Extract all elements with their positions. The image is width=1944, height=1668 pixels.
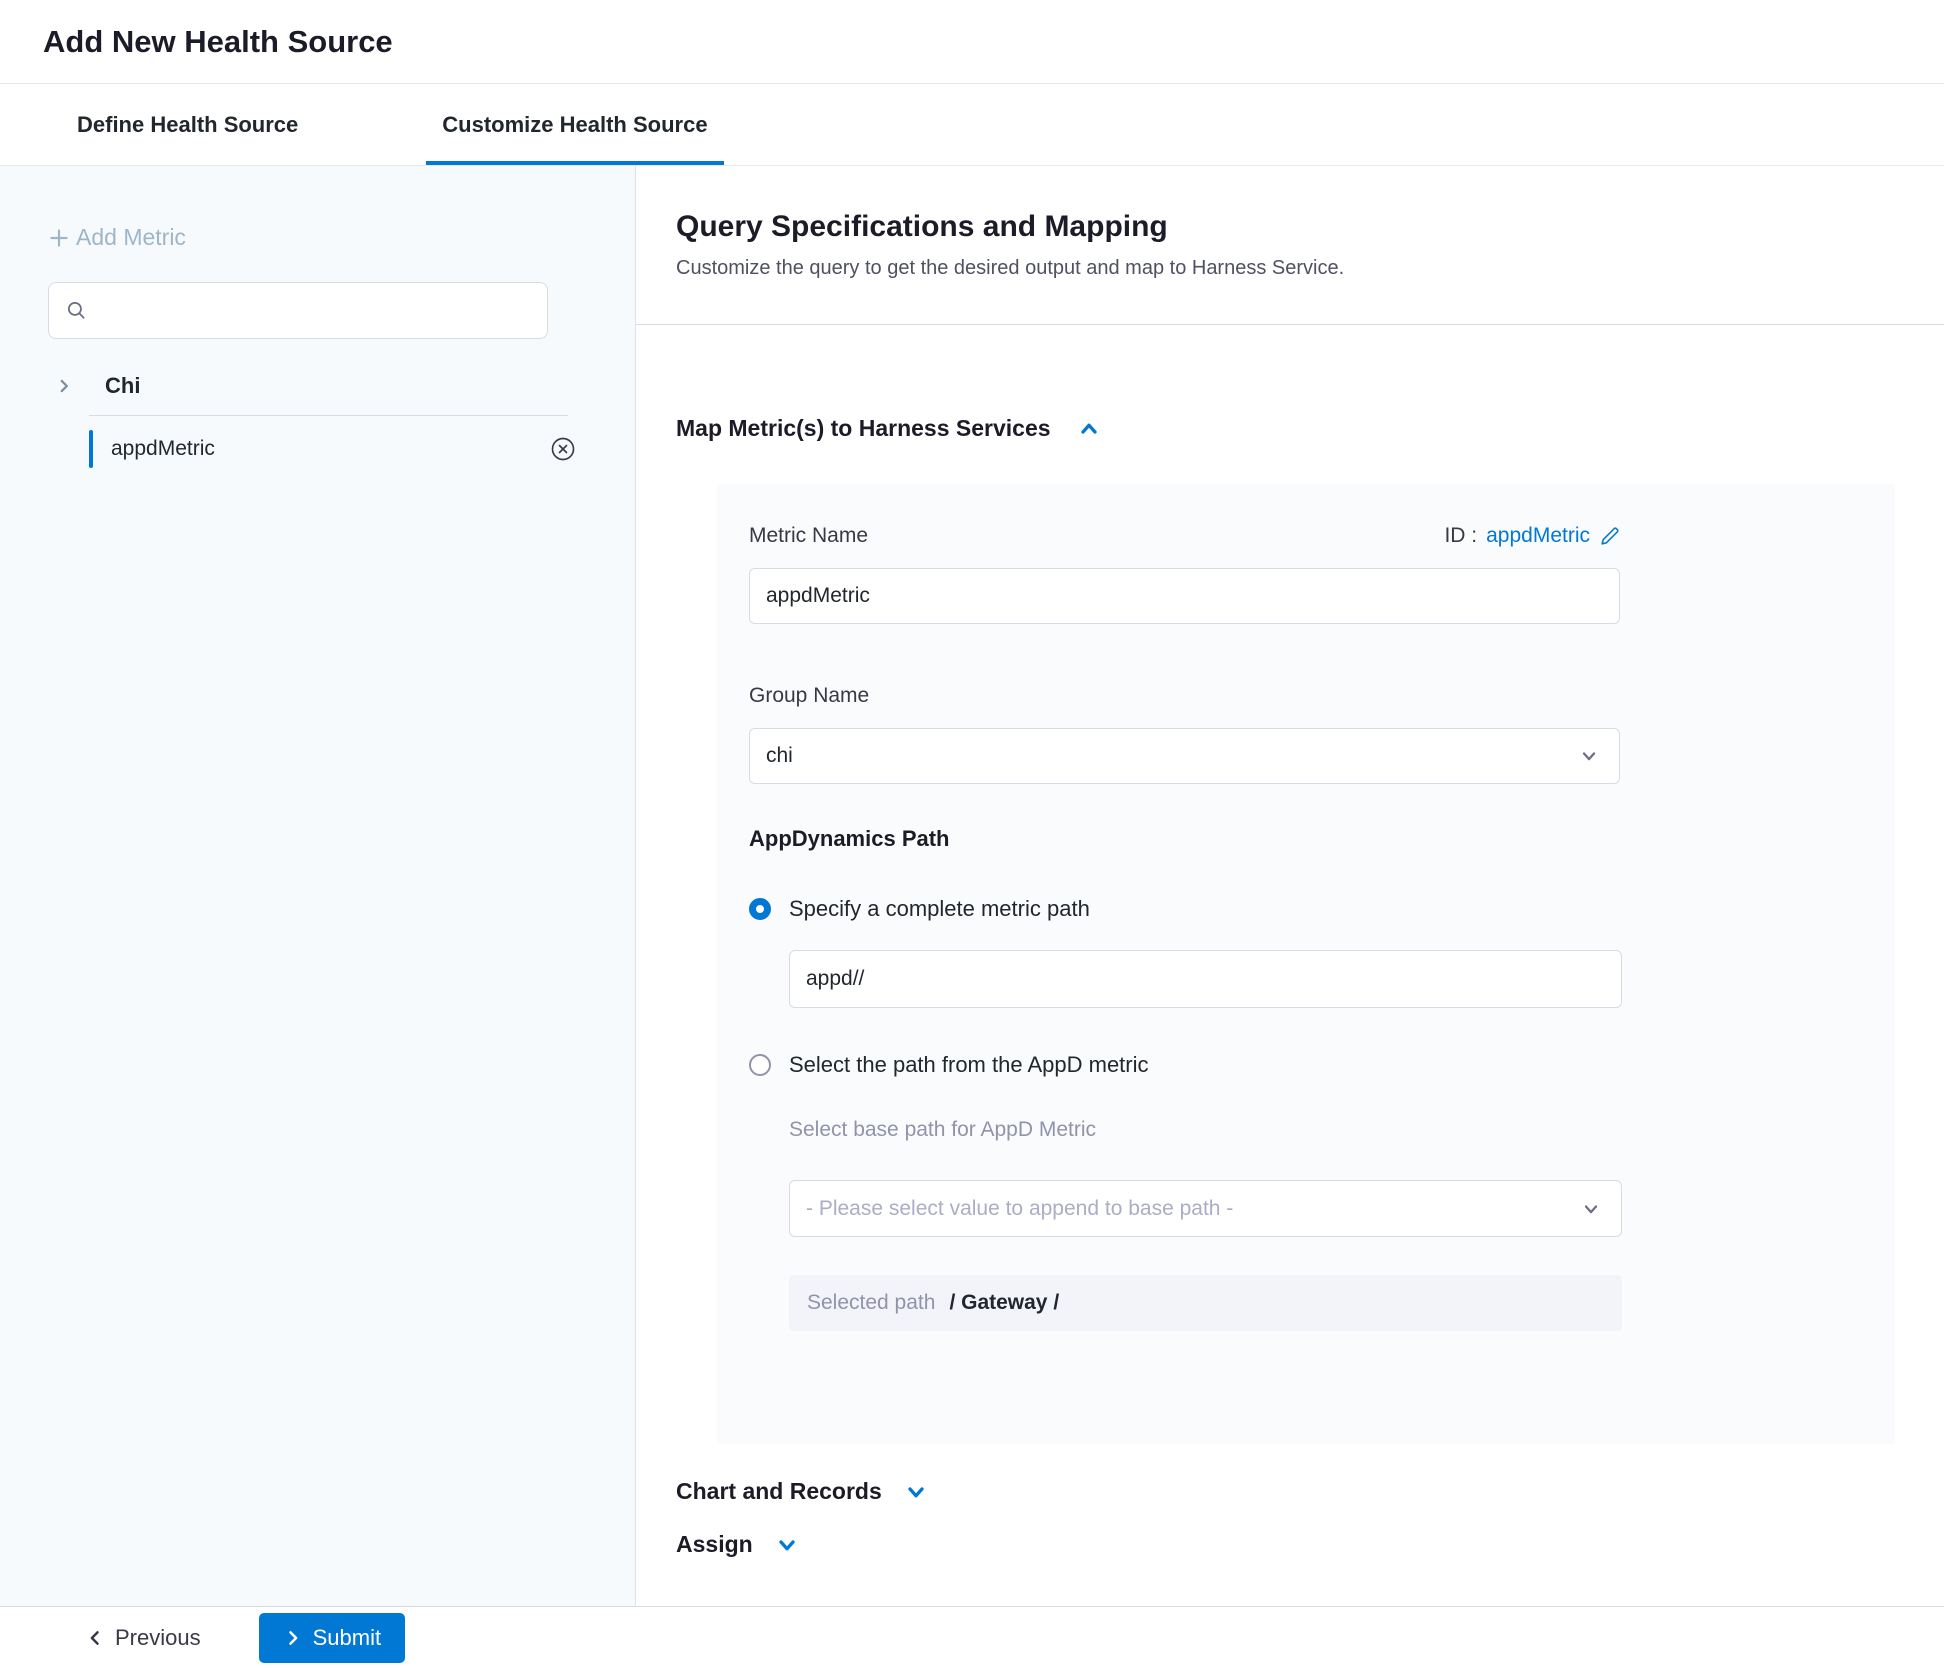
radio-complete-path-row: Specify a complete metric path xyxy=(749,896,1895,922)
circle-x-icon xyxy=(549,435,577,463)
tab-bar: Define Health Source Customize Health So… xyxy=(0,84,1944,166)
chevron-up-icon xyxy=(1077,417,1101,441)
previous-label: Previous xyxy=(115,1625,201,1651)
dialog-footer: Previous Submit xyxy=(0,1606,1944,1668)
metric-group-label: Chi xyxy=(105,373,140,399)
chevron-down-icon xyxy=(1579,746,1599,766)
chevron-down-icon xyxy=(1581,1199,1601,1219)
search-icon xyxy=(65,299,87,321)
group-name-value: chi xyxy=(766,744,793,768)
selected-path-bar: Selected path / Gateway / xyxy=(789,1275,1622,1331)
chevron-right-icon xyxy=(283,1628,303,1648)
tab-define-health-source[interactable]: Define Health Source xyxy=(61,84,314,165)
map-metrics-title: Map Metric(s) to Harness Services xyxy=(676,415,1051,442)
metric-list-item[interactable]: appdMetric xyxy=(0,424,635,474)
dialog-header: Add New Health Source xyxy=(0,0,1944,84)
mapping-form-panel: Metric Name ID : appdMetric Group Name c… xyxy=(717,484,1895,1444)
metrics-sidebar: Add Metric Chi appdMetric xyxy=(0,166,636,1606)
metric-name-header: Metric Name ID : appdMetric xyxy=(749,524,1620,548)
edit-icon[interactable] xyxy=(1599,526,1620,547)
chevron-down-icon xyxy=(904,1480,928,1504)
appdynamics-path-heading: AppDynamics Path xyxy=(749,826,1895,852)
group-name-select[interactable]: chi xyxy=(749,728,1620,784)
group-divider xyxy=(89,415,568,416)
chart-and-records-toggle[interactable]: Chart and Records xyxy=(676,1478,1944,1505)
metric-item-label: appdMetric xyxy=(111,437,215,461)
tab-customize-health-source[interactable]: Customize Health Source xyxy=(426,84,723,165)
add-metric-button[interactable]: Add Metric xyxy=(46,224,186,251)
map-metrics-section-header[interactable]: Map Metric(s) to Harness Services xyxy=(676,415,1944,442)
chevron-down-icon xyxy=(775,1533,799,1557)
add-health-source-dialog: Add New Health Source Define Health Sour… xyxy=(0,0,1944,1668)
query-specifications-panel: Query Specifications and Mapping Customi… xyxy=(636,166,1944,1606)
assign-toggle[interactable]: Assign xyxy=(676,1531,1944,1558)
delete-metric-button[interactable] xyxy=(549,435,577,463)
chevron-left-icon xyxy=(85,1628,105,1648)
metric-group-row[interactable]: Chi xyxy=(55,373,635,399)
plus-icon xyxy=(46,225,72,251)
base-path-select[interactable]: - Please select value to append to base … xyxy=(789,1180,1622,1237)
chevron-right-icon xyxy=(55,377,73,395)
radio-select-path-row: Select the path from the AppD metric xyxy=(749,1052,1895,1078)
previous-button[interactable]: Previous xyxy=(85,1625,201,1651)
radio-complete-path-label[interactable]: Specify a complete metric path xyxy=(789,896,1090,922)
page-title: Add New Health Source xyxy=(43,24,393,60)
submit-label: Submit xyxy=(313,1625,381,1651)
divider xyxy=(636,324,1944,325)
metric-search-box xyxy=(48,282,548,339)
base-path-label: Select base path for AppD Metric xyxy=(789,1118,1895,1142)
base-path-placeholder: - Please select value to append to base … xyxy=(806,1197,1233,1221)
selected-indicator xyxy=(89,430,93,468)
add-metric-label: Add Metric xyxy=(76,224,186,251)
selected-path-value: / Gateway / xyxy=(949,1291,1059,1315)
radio-complete-path[interactable] xyxy=(749,898,771,920)
metric-id-prefix: ID : xyxy=(1444,524,1477,548)
submit-button[interactable]: Submit xyxy=(259,1613,405,1663)
metric-name-input[interactable] xyxy=(749,568,1620,624)
radio-select-path-label[interactable]: Select the path from the AppD metric xyxy=(789,1052,1149,1078)
complete-metric-path-input[interactable] xyxy=(789,950,1622,1008)
group-name-label: Group Name xyxy=(749,684,1895,708)
metric-id-value[interactable]: appdMetric xyxy=(1486,524,1590,548)
section-subtitle: Customize the query to get the desired o… xyxy=(676,257,1944,280)
collapse-section-button[interactable] xyxy=(1077,417,1101,441)
metric-id: ID : appdMetric xyxy=(1444,524,1620,548)
dialog-body: Add Metric Chi appdMetric xyxy=(0,166,1944,1606)
chart-and-records-label: Chart and Records xyxy=(676,1478,882,1505)
assign-label: Assign xyxy=(676,1531,753,1558)
metric-search-input[interactable] xyxy=(97,285,547,335)
radio-select-path[interactable] xyxy=(749,1054,771,1076)
selected-path-label: Selected path xyxy=(807,1291,935,1315)
metric-name-label: Metric Name xyxy=(749,524,868,548)
section-title: Query Specifications and Mapping xyxy=(676,210,1944,244)
